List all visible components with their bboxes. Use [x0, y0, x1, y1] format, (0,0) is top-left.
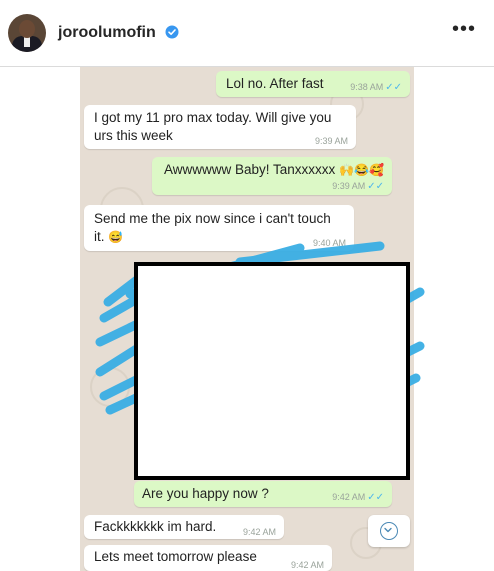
censor-box	[134, 262, 410, 480]
scroll-down-button[interactable]	[368, 515, 410, 547]
scroll-down-icon	[380, 522, 398, 540]
